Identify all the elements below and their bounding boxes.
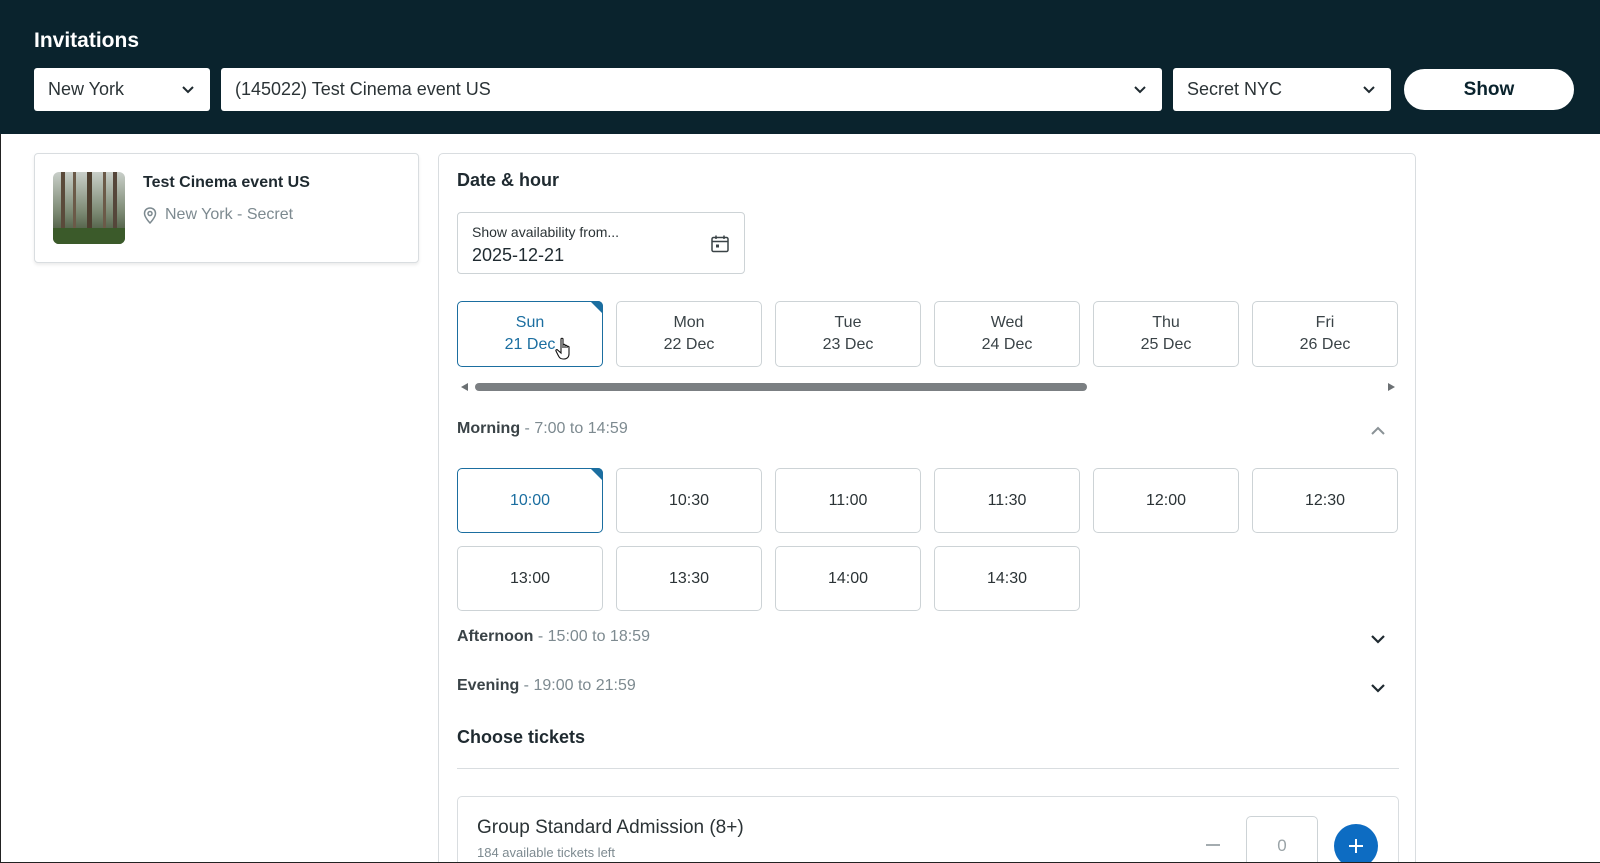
time-button-1100[interactable]: 11:00 [775,468,921,533]
ticket-item: Group Standard Admission (8+) 184 availa… [457,796,1399,863]
time-button-1400[interactable]: 14:00 [775,546,921,611]
ticket-availability: 184 available tickets left [477,845,616,860]
chevron-down-icon [1134,86,1146,94]
day-weekday: Mon [673,314,705,331]
day-date: 21 Dec [504,336,556,353]
time-label: 10:00 [509,492,551,509]
time-label: 12:00 [1145,492,1187,509]
day-date: 22 Dec [663,336,715,353]
event-title: Test Cinema event US [143,174,310,191]
calendar-icon[interactable] [710,234,730,254]
time-label: 10:30 [668,492,710,509]
time-label: 11:30 [987,492,1027,509]
page-title: Invitations [34,29,140,52]
morning-period-header[interactable]: Morning - 7:00 to 14:59 [457,420,628,438]
day-button-mon[interactable]: Mon 22 Dec [616,301,762,367]
event-select[interactable]: (145022) Test Cinema event US [221,68,1162,111]
time-label: 14:30 [986,570,1028,587]
day-weekday: Wed [990,314,1024,331]
day-button-thu[interactable]: Thu 25 Dec [1093,301,1239,367]
day-button-tue[interactable]: Tue 23 Dec [775,301,921,367]
evening-period-header[interactable]: Evening - 19:00 to 21:59 [457,677,636,695]
minus-icon[interactable] [1203,835,1223,855]
day-weekday: Sun [515,314,545,331]
ticket-name: Group Standard Admission (8+) [477,817,744,838]
period-range: - 15:00 to 18:59 [533,628,650,645]
day-button-fri[interactable]: Fri 26 Dec [1252,301,1398,367]
divider [457,768,1399,769]
time-button-1230[interactable]: 12:30 [1252,468,1398,533]
city-select-value: New York [48,79,125,99]
top-bar: Invitations New York (145022) Test Cinem… [0,0,1600,134]
plus-icon [1349,839,1363,853]
selected-corner-marker [590,301,603,314]
venue-select[interactable]: Secret NYC [1173,68,1391,111]
time-button-1030[interactable]: 10:30 [616,468,762,533]
scrollbar-thumb[interactable] [475,383,1087,391]
time-label: 14:00 [827,570,869,587]
scroll-right-arrow-icon[interactable] [1388,383,1395,391]
period-name: Afternoon [457,628,534,645]
period-range: - 19:00 to 21:59 [519,677,636,694]
days-scrollbar[interactable] [457,380,1397,394]
period-range: - 7:00 to 14:59 [520,420,628,437]
event-card[interactable]: Test Cinema event US New York - Secret [34,153,419,263]
location-pin-icon [143,206,157,224]
time-button-1330[interactable]: 13:30 [616,546,762,611]
time-button-1130[interactable]: 11:30 [934,468,1080,533]
afternoon-period-header[interactable]: Afternoon - 15:00 to 18:59 [457,628,650,646]
day-weekday: Tue [834,314,862,331]
event-location-text: New York - Secret [165,206,294,223]
time-label: 11:00 [828,492,868,509]
day-date: 26 Dec [1299,336,1351,353]
time-button-1000[interactable]: 10:00 [457,468,603,533]
availability-date-field[interactable]: Show availability from... 2025-12-21 [457,212,745,274]
time-button-1300[interactable]: 13:00 [457,546,603,611]
time-label: 13:00 [509,570,551,587]
city-select[interactable]: New York [34,68,210,111]
day-button-sun[interactable]: Sun 21 Dec [457,301,603,367]
chevron-down-icon [1363,86,1375,94]
event-select-value: (145022) Test Cinema event US [235,79,491,99]
hand-cursor-icon [555,337,570,360]
chevron-down-icon [182,86,194,94]
day-weekday: Thu [1152,314,1180,331]
chevron-down-icon[interactable] [1369,679,1387,697]
day-date: 24 Dec [981,336,1033,353]
date-hour-heading: Date & hour [457,170,560,190]
chevron-down-icon[interactable] [1369,630,1387,648]
forest-image-icon [53,172,125,244]
availability-label: Show availability from... [472,224,620,240]
chevron-up-icon[interactable] [1369,422,1387,440]
selected-corner-marker [590,468,603,481]
plus-button[interactable] [1334,824,1378,863]
time-label: 12:30 [1304,492,1346,509]
day-date: 23 Dec [822,336,874,353]
quantity-input[interactable]: 0 [1246,816,1318,863]
scroll-left-arrow-icon[interactable] [461,383,468,391]
choose-tickets-heading: Choose tickets [457,727,586,747]
event-thumbnail [53,172,125,244]
period-name: Evening [457,677,520,694]
time-button-1430[interactable]: 14:30 [934,546,1080,611]
booking-panel: Date & hour Show availability from... 20… [438,153,1416,863]
venue-select-value: Secret NYC [1187,79,1283,99]
availability-value: 2025-12-21 [472,245,565,265]
time-label: 13:30 [668,570,710,587]
day-button-wed[interactable]: Wed 24 Dec [934,301,1080,367]
show-button[interactable]: Show [1402,67,1576,112]
time-button-1200[interactable]: 12:00 [1093,468,1239,533]
period-name: Morning [457,420,521,437]
day-date: 25 Dec [1140,336,1192,353]
day-weekday: Fri [1315,314,1335,331]
event-location: New York - Secret [143,206,293,224]
